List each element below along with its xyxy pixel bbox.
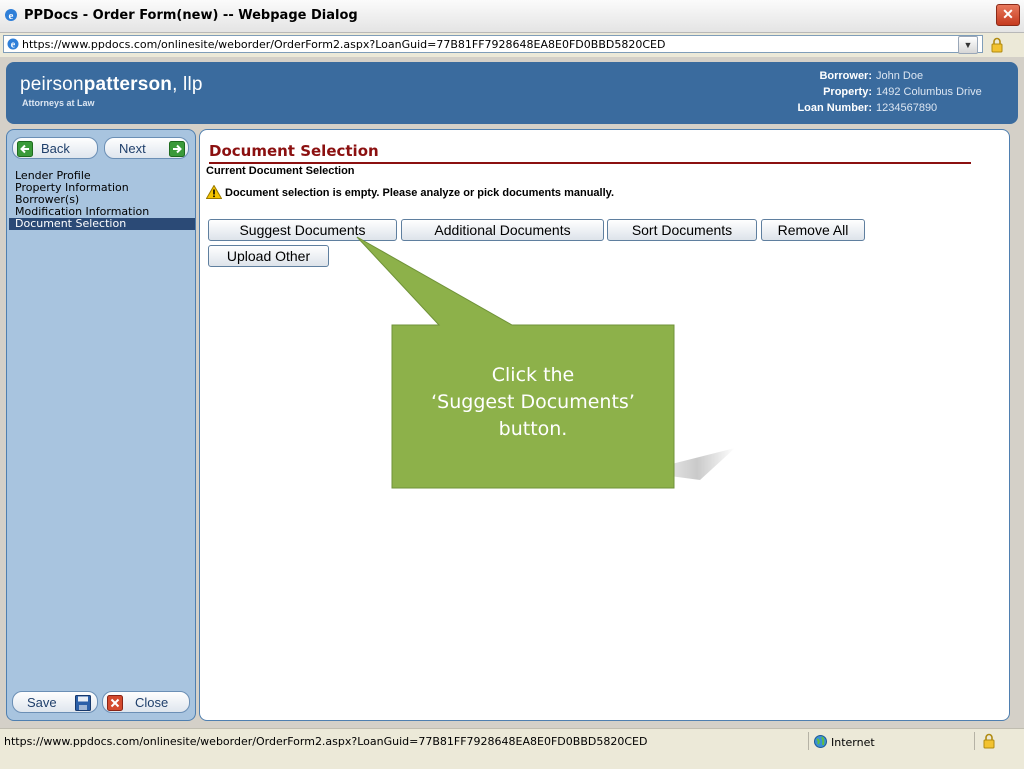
window-close-button[interactable]: ✕	[996, 4, 1020, 26]
status-divider	[808, 732, 809, 750]
close-button[interactable]: Close	[102, 691, 190, 713]
address-url: https://www.ppdocs.com/onlinesite/webord…	[22, 38, 666, 51]
arrow-right-icon	[169, 141, 185, 157]
lock-icon[interactable]	[990, 37, 1004, 53]
sort-documents-button[interactable]: Sort Documents	[607, 219, 757, 241]
brand-tagline: Attorneys at Law	[22, 98, 95, 108]
callout-text: Click the ‘Suggest Documents’ button.	[431, 364, 635, 440]
upload-other-button[interactable]: Upload Other	[208, 245, 329, 267]
property-value: 1492 Columbus Drive	[876, 86, 982, 98]
status-divider	[974, 732, 975, 750]
step-list: Lender Profile Property Information Borr…	[9, 170, 195, 230]
window-title-bar: e PPDocs - Order Form(new) -- Webpage Di…	[0, 0, 1024, 33]
app-header: peirsonpatterson, llp Attorneys at Law B…	[6, 62, 1018, 124]
back-button[interactable]: Back	[12, 137, 98, 159]
page-icon: e	[7, 38, 19, 50]
status-bar: https://www.ppdocs.com/onlinesite/webord…	[0, 728, 1024, 769]
svg-text:e: e	[9, 10, 14, 22]
window-title: PPDocs - Order Form(new) -- Webpage Dial…	[24, 8, 358, 23]
brand-logo: peirsonpatterson, llp	[20, 74, 203, 95]
close-icon	[107, 695, 123, 711]
section-subheading: Current Document Selection	[206, 165, 355, 177]
loan-number-label: Loan Number:	[797, 102, 872, 114]
arrow-left-icon	[17, 141, 33, 157]
address-field[interactable]: e https://www.ppdocs.com/onlinesite/webo…	[3, 35, 983, 53]
loan-number-value: 1234567890	[876, 102, 938, 114]
empty-selection-warning: Document selection is empty. Please anal…	[206, 185, 614, 199]
status-url: https://www.ppdocs.com/onlinesite/webord…	[4, 735, 648, 748]
svg-text:e: e	[11, 40, 16, 51]
warning-text: Document selection is empty. Please anal…	[225, 187, 615, 199]
remove-all-button[interactable]: Remove All	[761, 219, 865, 241]
page-title: Document Selection	[209, 142, 971, 164]
ie-icon: e	[5, 9, 17, 22]
save-button[interactable]: Save	[12, 691, 98, 713]
warning-icon	[206, 185, 222, 199]
borrower-value: John Doe	[876, 70, 924, 82]
suggest-documents-button[interactable]: Suggest Documents	[208, 219, 397, 241]
additional-documents-button[interactable]: Additional Documents	[401, 219, 604, 241]
floppy-disk-icon	[75, 695, 91, 711]
borrower-label: Borrower:	[819, 70, 872, 82]
sidebar: Back Next Lender Profile Property Inform…	[6, 129, 196, 721]
security-zone-label: Internet	[831, 736, 875, 749]
sidebar-item-document-selection[interactable]: Document Selection	[9, 218, 195, 230]
address-dropdown-button[interactable]: ▼	[958, 36, 978, 54]
property-label: Property:	[823, 86, 872, 98]
next-button[interactable]: Next	[104, 137, 189, 159]
loan-info: Borrower: John Doe Property: 1492 Columbus…	[797, 68, 998, 116]
globe-icon	[814, 735, 827, 748]
lock-icon[interactable]	[982, 733, 996, 749]
address-bar: e https://www.ppdocs.com/onlinesite/webo…	[0, 33, 1024, 57]
security-zone: Internet	[814, 735, 875, 749]
